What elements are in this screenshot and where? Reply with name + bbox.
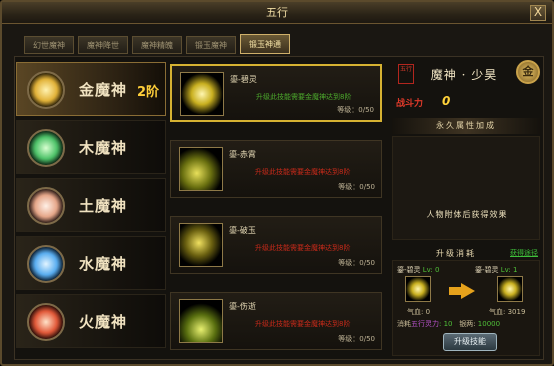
skill-level: 等级：0/50 [337, 106, 374, 114]
golden-orb-skill-icon [180, 72, 224, 116]
deity-item-gold[interactable]: 金魔神 2阶 [16, 62, 166, 116]
attribute-header: 永久属性加成 [392, 118, 540, 134]
deity-name: 金魔神 [79, 81, 128, 99]
skill-requirement: 升级此技能需要金魔神达到8阶 [255, 168, 351, 176]
next-skill-label: 鎏-碧灵 [475, 266, 499, 274]
detail-panel: 五行 魔神 · 少昊 金 战斗力 0 永久属性加成 人物附体后获得效果 升级消耗… [388, 56, 544, 360]
current-skill-name: 鎏-碧灵 Lv: 0 [397, 265, 439, 275]
skill-list: 鎏-碧灵 升级此技能需要金魔神达到8阶 等级：0/50 鎏-赤霄 升级此技能需要… [170, 64, 383, 354]
deity-item-water[interactable]: 水魔神 [16, 236, 166, 290]
window-titlebar: 五行 [2, 2, 552, 24]
skill-requirement: 升级此技能需要金魔神达到8阶 [256, 93, 352, 101]
deity-item-earth[interactable]: 土魔神 [16, 178, 166, 232]
deity-list: 金魔神 2阶 木魔神 土魔神 水魔神 火魔神 [16, 62, 166, 354]
next-hp-stat: 气血: 3019 [489, 308, 526, 316]
skill-level: 等级：0/50 [338, 183, 375, 191]
skill-requirement: 升级此技能需要金魔神达到8阶 [255, 320, 351, 328]
skill-card-biling[interactable]: 鎏-碧灵 升级此技能需要金魔神达到8阶 等级：0/50 [170, 64, 382, 122]
cost-line: 消耗五行灵力: 10 银两: 10000 [397, 319, 500, 329]
attribute-box: 人物附体后获得效果 [392, 136, 540, 240]
skill-requirement: 升级此技能需要金魔神达到8阶 [255, 244, 351, 252]
skill-name: 鎏-伤逝 [229, 302, 256, 311]
close-button[interactable]: X [530, 5, 546, 21]
upgrade-box: 鎏-碧灵 Lv: 0 鎏-碧灵 Lv: 1 气血: 0 气血: 3019 消耗五… [392, 260, 540, 356]
tab-huanshi[interactable]: 幻世魔神 [24, 36, 74, 54]
power-label: 战斗力 [396, 99, 424, 109]
window-title: 五行 [266, 6, 288, 19]
current-skill-icon [405, 276, 431, 302]
tab-jingpo[interactable]: 魔神精魄 [132, 36, 182, 54]
skill-card-chixiao[interactable]: 鎏-赤霄 升级此技能需要金魔神达到8阶 等级：0/50 [170, 140, 382, 198]
upgrade-cost-header: 升级消耗 获得途径 [392, 246, 540, 260]
skill-level: 等级：0/50 [338, 259, 375, 267]
current-skill-level: Lv: 0 [422, 266, 440, 274]
golden-slash-skill-icon [179, 147, 223, 191]
upgrade-skill-button[interactable]: 升级技能 [443, 333, 497, 351]
tab-bar: 幻世魔神 魔神降世 魔神精魄 锻玉魔神 锻玉神通 [24, 34, 290, 56]
skill-name: 鎏-碧灵 [230, 75, 257, 84]
fire-orb-icon [27, 303, 65, 341]
deity-level: 2阶 [137, 85, 160, 100]
next-skill-level: Lv: 1 [500, 266, 518, 274]
tab-jiangshi[interactable]: 魔神降世 [78, 36, 128, 54]
arrow-right-icon [461, 283, 475, 299]
power-value: 0 [442, 94, 451, 108]
golden-blade-skill-icon [179, 223, 223, 267]
earth-orb-icon [27, 187, 65, 225]
hero-title: 魔神 · 少昊 [430, 68, 498, 82]
silver-label: 银两: [459, 320, 476, 328]
cost-prefix: 消耗 [397, 320, 411, 328]
water-orb-icon [27, 245, 65, 283]
skill-card-shangshi[interactable]: 鎏-伤逝 升级此技能需要金魔神达到8阶 等级：0/50 [170, 292, 382, 350]
wuxing-seal-icon: 五行 [398, 64, 414, 84]
cost-value: : 10 [439, 320, 453, 328]
gold-emblem-icon: 金 [516, 60, 540, 84]
tab-duanyu[interactable]: 锻玉魔神 [186, 36, 236, 54]
obtain-method-link[interactable]: 获得途径 [510, 248, 538, 258]
skill-card-poyu[interactable]: 鎏-破玉 升级此技能需要金魔神达到8阶 等级：0/50 [170, 216, 382, 274]
tab-duanyu-shentong[interactable]: 锻玉神通 [240, 34, 290, 54]
wuxing-window: 五行 X 幻世魔神 魔神降世 魔神精魄 锻玉魔神 锻玉神通 金魔神 2阶 木魔神… [0, 0, 554, 366]
wood-orb-icon [27, 129, 65, 167]
attribute-text: 人物附体后获得效果 [426, 210, 508, 219]
next-skill-icon [497, 276, 523, 302]
golden-spike-skill-icon [179, 299, 223, 343]
deity-name: 水魔神 [79, 255, 128, 273]
skill-name: 鎏-破玉 [229, 226, 256, 235]
skill-level: 等级：0/50 [338, 335, 375, 343]
current-hp-stat: 气血: 0 [407, 308, 431, 316]
deity-item-wood[interactable]: 木魔神 [16, 120, 166, 174]
deity-name: 土魔神 [79, 197, 128, 215]
skill-name: 鎏-赤霄 [229, 150, 256, 159]
deity-name: 火魔神 [79, 313, 128, 331]
silver-value: 10000 [477, 320, 501, 328]
next-skill-name: 鎏-碧灵 Lv: 1 [475, 265, 517, 275]
deity-item-fire[interactable]: 火魔神 [16, 294, 166, 348]
gold-orb-icon [27, 71, 65, 109]
deity-name: 木魔神 [79, 139, 128, 157]
cost-resource: 五行灵力 [411, 320, 439, 328]
upgrade-cost-title: 升级消耗 [436, 249, 476, 258]
current-skill-label: 鎏-碧灵 [397, 266, 421, 274]
